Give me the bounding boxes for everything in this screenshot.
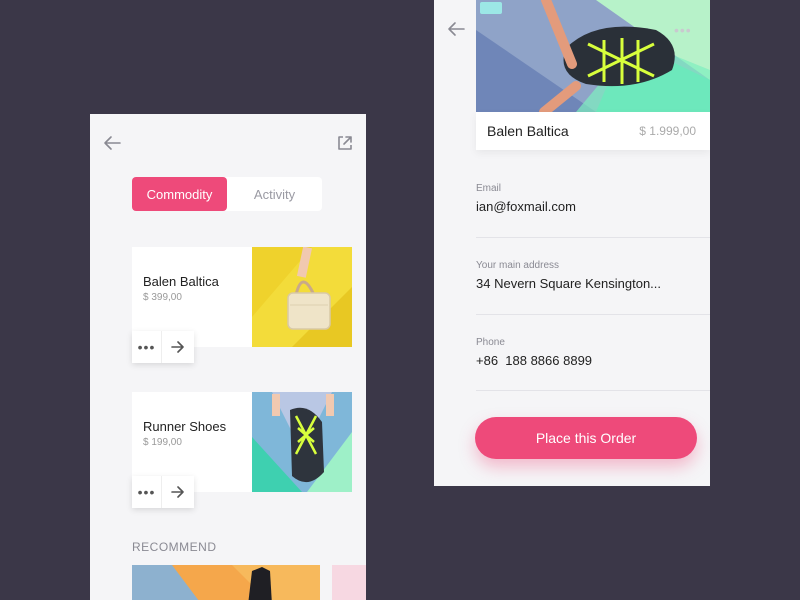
arrow-right-icon[interactable] bbox=[162, 331, 194, 363]
product-name: Balen Baltica bbox=[487, 123, 569, 139]
product-price: $ 1.999,00 bbox=[639, 124, 696, 138]
recommend-heading: RECOMMEND bbox=[132, 540, 217, 554]
product-image-shoe bbox=[252, 392, 352, 492]
phone-value: +86 188 8866 8899 bbox=[476, 353, 593, 368]
more-dots-icon[interactable]: ••• bbox=[674, 22, 692, 38]
commodity-screen: Commodity Activity Balen Baltica $ 399,0… bbox=[90, 114, 366, 600]
address-field[interactable]: Your main address 34 Nevern Square Kensi… bbox=[476, 260, 710, 291]
phone-field[interactable]: Phone +86 188 8866 8899 bbox=[476, 337, 710, 368]
product-summary: Balen Baltica $ 1.999,00 bbox=[476, 112, 710, 150]
product-price: $ 399,00 bbox=[143, 292, 182, 303]
product-name: Balen Baltica bbox=[143, 274, 219, 289]
back-arrow-icon[interactable] bbox=[446, 20, 466, 38]
product-price: $ 199,00 bbox=[143, 437, 182, 448]
card-actions: ••• bbox=[132, 476, 194, 508]
tab-activity[interactable]: Activity bbox=[227, 177, 322, 211]
email-field[interactable]: Email ian@foxmail.com bbox=[476, 183, 710, 214]
order-screen: ••• Balen Baltica $ 1.999,00 Email ian@f… bbox=[434, 0, 710, 486]
tab-commodity[interactable]: Commodity bbox=[132, 177, 227, 211]
phone-label: Phone bbox=[476, 337, 505, 348]
share-icon[interactable] bbox=[336, 134, 354, 152]
back-arrow-icon[interactable] bbox=[102, 134, 122, 152]
address-value: 34 Nevern Square Kensington... bbox=[476, 276, 662, 291]
more-dots-icon[interactable]: ••• bbox=[132, 476, 162, 508]
divider bbox=[476, 314, 710, 315]
email-value: ian@foxmail.com bbox=[476, 199, 576, 214]
product-card[interactable]: Runner Shoes $ 199,00 ••• bbox=[132, 392, 352, 508]
email-label: Email bbox=[476, 183, 502, 194]
product-card[interactable]: Balen Baltica $ 399,00 ••• bbox=[132, 247, 352, 363]
arrow-right-icon[interactable] bbox=[162, 476, 194, 508]
recommend-image-2[interactable] bbox=[332, 565, 366, 600]
place-order-button[interactable]: Place this Order bbox=[475, 417, 697, 459]
divider bbox=[476, 390, 710, 391]
divider bbox=[476, 237, 710, 238]
more-dots-icon[interactable]: ••• bbox=[132, 331, 162, 363]
recommend-image-boot[interactable] bbox=[132, 565, 320, 600]
product-hero-image bbox=[476, 0, 710, 112]
product-name: Runner Shoes bbox=[143, 419, 227, 434]
product-image-handbag bbox=[252, 247, 352, 347]
address-label: Your main address bbox=[476, 260, 560, 271]
card-actions: ••• bbox=[132, 331, 194, 363]
segmented-control: Commodity Activity bbox=[132, 177, 322, 211]
